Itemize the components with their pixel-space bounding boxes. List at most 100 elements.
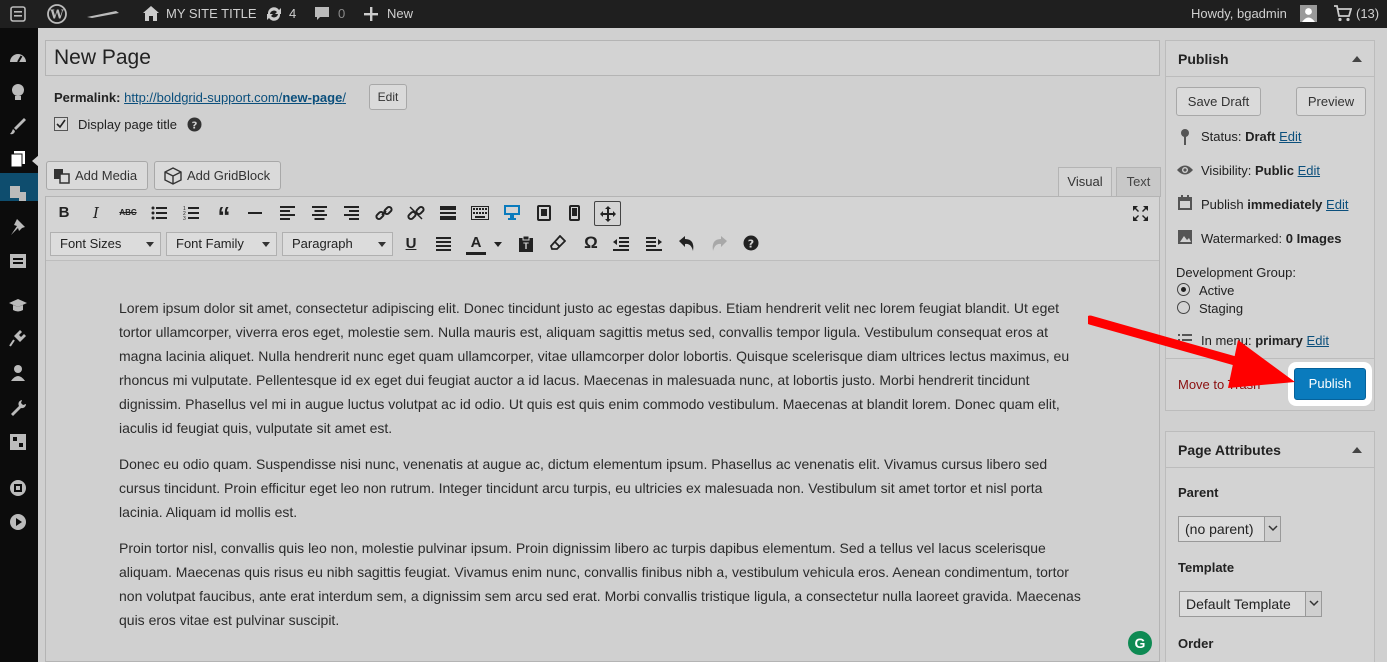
pages-icon[interactable] [8, 149, 30, 171]
template-select[interactable]: Default Template [1179, 591, 1322, 617]
add-media-button[interactable]: Add Media [46, 161, 148, 190]
undo-icon[interactable] [678, 235, 696, 252]
strikethrough-icon[interactable]: ABC [116, 201, 140, 225]
form-icon[interactable] [8, 251, 30, 273]
boldgrid-logo-icon[interactable] [86, 9, 120, 19]
add-gridblock-button[interactable]: Add GridBlock [154, 161, 281, 190]
parent-label: Parent [1178, 485, 1219, 500]
redo-icon[interactable] [710, 235, 728, 252]
svg-text:?: ? [192, 121, 198, 132]
avatar[interactable] [1300, 5, 1317, 22]
mobile-view-icon[interactable] [569, 205, 580, 221]
collapse-triangle-icon[interactable] [1352, 447, 1362, 453]
numbered-list-icon[interactable]: 123 [183, 206, 199, 220]
boldgrid-inspirations-icon[interactable] [8, 478, 30, 500]
site-title-link[interactable]: MY SITE TITLE [166, 0, 257, 28]
users-icon[interactable] [8, 363, 30, 385]
tools-icon[interactable] [8, 398, 30, 420]
education-icon[interactable] [8, 295, 30, 317]
visibility-edit-link[interactable]: Edit [1298, 163, 1320, 178]
publish-time-label: Publish [1201, 197, 1244, 212]
move-button[interactable] [594, 201, 621, 226]
save-draft-button[interactable]: Save Draft [1176, 87, 1261, 116]
fullscreen-icon[interactable] [1132, 205, 1149, 222]
play-icon[interactable] [8, 512, 30, 534]
keyboard-shortcuts-help-icon[interactable]: ? [743, 235, 759, 251]
insert-link-icon[interactable] [375, 204, 393, 222]
align-left-icon[interactable] [280, 206, 295, 220]
visibility-label: Visibility: [1201, 163, 1252, 178]
page-title-input[interactable]: New Page [45, 40, 1160, 76]
grammarly-icon[interactable]: G [1128, 631, 1152, 655]
publish-time-edit-link[interactable]: Edit [1326, 197, 1348, 212]
paste-text-icon[interactable]: T [518, 235, 534, 252]
paragraph-format-select[interactable]: Paragraph [282, 232, 393, 256]
new-menu[interactable]: New [387, 0, 413, 28]
watermark-image-icon [1178, 230, 1192, 244]
collapse-menu-icon[interactable] [10, 6, 26, 22]
bold-icon[interactable]: B [52, 201, 76, 225]
toolbar-toggle-icon[interactable] [471, 206, 489, 220]
special-character-icon[interactable]: Ω [579, 231, 603, 255]
read-more-icon[interactable] [440, 206, 456, 220]
settings-icon[interactable] [8, 432, 30, 454]
align-center-icon[interactable] [312, 206, 327, 220]
collapse-triangle-icon[interactable] [1352, 56, 1362, 62]
pin-icon[interactable] [8, 217, 30, 239]
publish-button[interactable]: Publish [1294, 368, 1366, 400]
text-color-caret-icon[interactable] [494, 242, 502, 247]
help-icon[interactable]: ? [187, 117, 202, 132]
cart-icon[interactable] [1334, 5, 1352, 22]
editor-content[interactable]: Lorem ipsum dolor sit amet, consectetur … [119, 296, 1084, 644]
underline-icon[interactable]: U [399, 232, 423, 256]
font-family-select[interactable]: Font Family [166, 232, 277, 256]
howdy-user[interactable]: Howdy, bgadmin [1191, 0, 1287, 28]
cart-count[interactable]: (13) [1356, 0, 1379, 28]
watermarked-label: Watermarked: [1201, 231, 1283, 246]
desktop-view-icon[interactable] [503, 204, 521, 220]
permalink-edit-button[interactable]: Edit [369, 84, 407, 110]
select-arrow-button[interactable] [1264, 517, 1280, 541]
wordpress-logo-icon[interactable]: W [47, 4, 67, 24]
lightbulb-icon[interactable] [8, 82, 30, 104]
outdent-icon[interactable] [613, 237, 629, 251]
page-attributes-header[interactable]: Page Attributes [1166, 432, 1374, 468]
updates-count[interactable]: 4 [289, 0, 296, 28]
dev-group-active-radio[interactable] [1177, 283, 1190, 296]
in-menu-edit-link[interactable]: Edit [1307, 333, 1329, 348]
tablet-view-icon[interactable] [537, 205, 551, 221]
bullet-list-icon[interactable] [151, 206, 167, 220]
updates-icon[interactable] [265, 5, 283, 23]
unlink-icon[interactable] [407, 204, 425, 222]
dashboard-icon[interactable] [8, 48, 30, 70]
italic-icon[interactable]: I [84, 201, 108, 225]
indent-icon[interactable] [646, 237, 662, 251]
admin-bar: W MY SITE TITLE 4 0 New Howdy, bgadmin (… [0, 0, 1387, 28]
chevron-down-icon [1309, 600, 1319, 607]
permalink-trailing: / [342, 90, 346, 105]
comments-icon[interactable] [314, 6, 330, 22]
justify-icon[interactable] [436, 237, 451, 251]
parent-select[interactable]: (no parent) [1178, 516, 1281, 542]
tab-visual[interactable]: Visual [1058, 167, 1112, 197]
order-label: Order [1178, 636, 1214, 651]
watermarked-row: Watermarked: 0 Images [1201, 231, 1341, 246]
plugins-icon[interactable] [8, 328, 30, 350]
plus-icon[interactable] [364, 7, 378, 21]
media-icon[interactable] [8, 183, 30, 205]
status-edit-link[interactable]: Edit [1279, 129, 1301, 144]
select-arrow-button[interactable] [1305, 592, 1321, 616]
clear-formatting-icon[interactable] [550, 235, 566, 251]
font-sizes-select[interactable]: Font Sizes [50, 232, 161, 256]
display-title-checkbox[interactable] [54, 117, 68, 131]
align-right-icon[interactable] [344, 206, 359, 220]
publish-box-header[interactable]: Publish [1166, 41, 1374, 77]
preview-button[interactable]: Preview [1296, 87, 1366, 116]
horizontal-line-icon[interactable] [248, 212, 262, 214]
template-label: Template [1178, 560, 1235, 575]
tab-text[interactable]: Text [1116, 167, 1161, 197]
comments-count[interactable]: 0 [338, 0, 345, 28]
brush-icon[interactable] [8, 116, 30, 138]
blockquote-icon[interactable]: “ [212, 200, 236, 231]
permalink-link[interactable]: http://boldgrid-support.com/new-page/ [124, 90, 346, 105]
